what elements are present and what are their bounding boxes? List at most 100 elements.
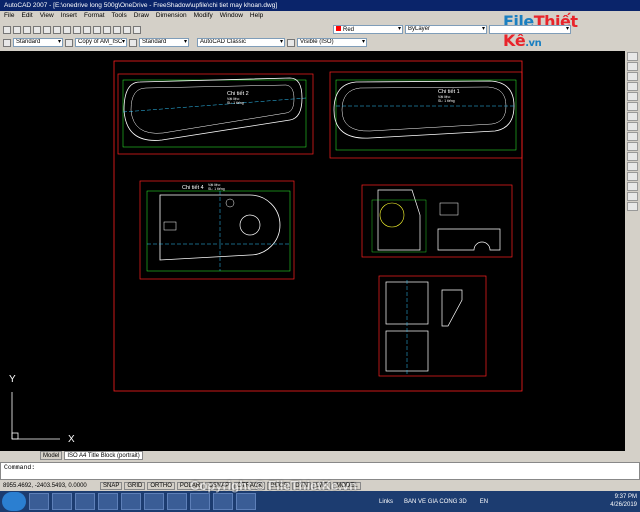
svg-text:SL: 1 tiếng: SL: 1 tiếng: [208, 187, 225, 191]
taskbar-app-1[interactable]: [29, 493, 49, 510]
part-1-view: Chi tiết 1 Vật liệu: SL: 1 tiếng: [329, 71, 523, 159]
text-style-select[interactable]: Standard: [13, 38, 63, 47]
layer-manager-icon[interactable]: [287, 38, 295, 47]
menu-dimension[interactable]: Dimension: [156, 12, 187, 21]
taskbar-app-4[interactable]: [98, 493, 118, 510]
menu-bar: File Edit View Insert Format Tools Draw …: [0, 11, 500, 22]
menu-insert[interactable]: Insert: [61, 12, 77, 21]
print-icon[interactable]: [33, 25, 41, 34]
part-5-view: [378, 275, 487, 377]
command-prompt: Command:: [4, 464, 36, 471]
zoom-icon[interactable]: [133, 25, 141, 34]
paste-icon[interactable]: [83, 25, 91, 34]
redo-icon[interactable]: [113, 25, 121, 34]
ucs-y-label: Y: [9, 374, 16, 385]
title-bar: AutoCAD 2007 - [E:\onedrive long 500g\On…: [0, 0, 640, 11]
new-icon[interactable]: [3, 25, 11, 34]
publish-icon[interactable]: [53, 25, 61, 34]
trim-icon[interactable]: [627, 142, 638, 151]
taskbar-app-7[interactable]: [167, 493, 187, 510]
workspace-select[interactable]: AutoCAD Classic: [197, 38, 285, 47]
menu-help[interactable]: Help: [250, 12, 263, 21]
scale-icon[interactable]: [627, 122, 638, 131]
snap-toggle[interactable]: SNAP: [100, 482, 123, 490]
mirror-icon[interactable]: [627, 72, 638, 81]
autocad-window: AutoCAD 2007 - [E:\onedrive long 500g\On…: [0, 0, 640, 512]
menu-format[interactable]: Format: [84, 12, 105, 21]
drawing-svg: Chi tiết 2 Vật liệu: SL: 1 tiếng Chi tiế…: [9, 60, 523, 445]
part-2-view: Chi tiết 2 Vật liệu: SL: 1 tiếng: [117, 73, 314, 155]
explode-icon[interactable]: [627, 202, 638, 211]
pan-icon[interactable]: [123, 25, 131, 34]
preview-icon[interactable]: [43, 25, 51, 34]
break-icon[interactable]: [627, 162, 638, 171]
grid-toggle[interactable]: GRID: [124, 482, 146, 490]
svg-text:SL: 1 tiếng: SL: 1 tiếng: [438, 99, 455, 103]
part-4-view: Chi tiết 4 Vật liệu: SL: 1 tiếng: [139, 180, 295, 280]
ortho-toggle[interactable]: ORTHO: [147, 482, 175, 490]
copy-object-icon[interactable]: [627, 62, 638, 71]
start-button[interactable]: [2, 492, 26, 511]
windows-taskbar: Links BAN VE GIA CONG 3D EN 9:37 PM 4/26/…: [0, 491, 640, 512]
color-select[interactable]: Red: [333, 25, 403, 34]
open-icon[interactable]: [13, 25, 21, 34]
chamfer-icon[interactable]: [627, 182, 638, 191]
lineweight-select[interactable]: [489, 25, 571, 34]
menu-window[interactable]: Window: [220, 12, 243, 21]
menu-tools[interactable]: Tools: [112, 12, 127, 21]
taskbar-app-3[interactable]: [75, 493, 95, 510]
stretch-icon[interactable]: [627, 132, 638, 141]
dim-style-icon[interactable]: [65, 38, 73, 47]
table-style-icon[interactable]: [129, 38, 137, 47]
undo-icon[interactable]: [103, 25, 111, 34]
tab-model[interactable]: Model: [40, 451, 63, 460]
links-toolbar[interactable]: Links: [379, 499, 393, 505]
taskbar-task[interactable]: BAN VE GIA CONG 3D: [404, 499, 467, 505]
matchprop-icon[interactable]: [93, 25, 101, 34]
menu-modify[interactable]: Modify: [194, 12, 213, 21]
sheet-border: [113, 60, 523, 392]
save-icon[interactable]: [23, 25, 31, 34]
linetype-select[interactable]: ByLayer: [405, 25, 487, 34]
table-style-select[interactable]: Standard: [139, 38, 189, 47]
extend-icon[interactable]: [627, 152, 638, 161]
language-indicator[interactable]: EN: [480, 499, 488, 505]
fillet-icon[interactable]: [627, 192, 638, 201]
properties-toolbar: Red ByLayer: [333, 24, 571, 35]
taskbar-app-9[interactable]: [213, 493, 233, 510]
modify-toolbar: [626, 51, 640, 301]
drawing-canvas[interactable]: Chi tiết 2 Vật liệu: SL: 1 tiếng Chi tiế…: [0, 51, 625, 451]
layout-tabs: Model ISO A4 Title Block (portrait): [0, 451, 640, 461]
coordinate-readout: 8955.4692, -2403.5493, 0.0000: [3, 483, 87, 489]
erase-icon[interactable]: [627, 52, 638, 61]
svg-text:SL: 1 tiếng: SL: 1 tiếng: [227, 101, 244, 105]
part-3-view: [361, 184, 513, 258]
join-icon[interactable]: [627, 172, 638, 181]
taskbar-app-2[interactable]: [52, 493, 72, 510]
move-icon[interactable]: [627, 102, 638, 111]
rotate-icon[interactable]: [627, 112, 638, 121]
layer-select[interactable]: Visible (ISO): [297, 38, 367, 47]
taskbar-app-6[interactable]: [144, 493, 164, 510]
standard-toolbar: [3, 24, 141, 35]
styles-toolbar: Standard Copy of AM_ISC Standard AutoCAD…: [3, 37, 367, 48]
ucs-icon: Y X: [9, 374, 75, 445]
part-4-title: Chi tiết 4: [182, 185, 204, 191]
menu-view[interactable]: View: [40, 12, 54, 21]
taskbar-autocad[interactable]: [236, 493, 256, 510]
watermark: Copyright © FileThietKe.vn: [190, 478, 358, 493]
menu-edit[interactable]: Edit: [21, 12, 32, 21]
text-style-icon[interactable]: [3, 38, 11, 47]
cut-icon[interactable]: [63, 25, 71, 34]
tab-iso-a4[interactable]: ISO A4 Title Block (portrait): [64, 451, 143, 460]
menu-draw[interactable]: Draw: [134, 12, 149, 21]
dim-style-select[interactable]: Copy of AM_ISC: [75, 38, 127, 47]
copy-icon[interactable]: [73, 25, 81, 34]
offset-icon[interactable]: [627, 82, 638, 91]
array-icon[interactable]: [627, 92, 638, 101]
clock[interactable]: 9:37 PM 4/26/2019: [610, 493, 637, 509]
ucs-x-label: X: [68, 434, 75, 445]
menu-file[interactable]: File: [4, 12, 14, 21]
taskbar-app-8[interactable]: [190, 493, 210, 510]
taskbar-app-5[interactable]: [121, 493, 141, 510]
